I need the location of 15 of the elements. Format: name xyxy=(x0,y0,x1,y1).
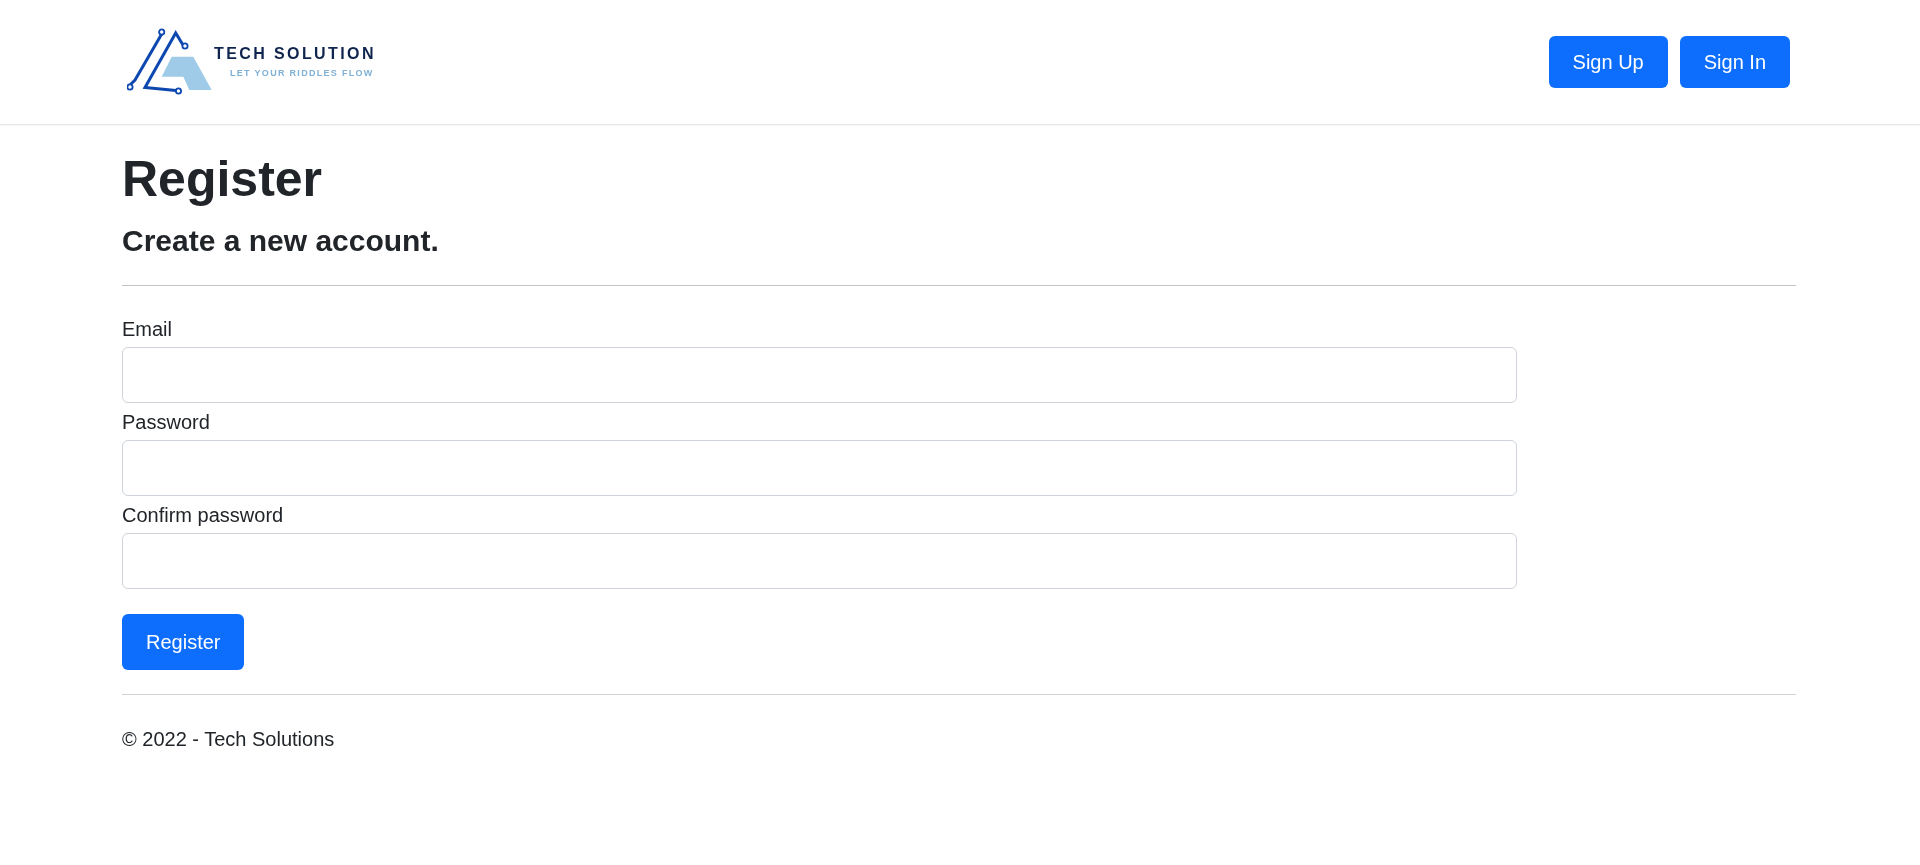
text-field[interactable] xyxy=(122,440,1517,496)
page-title: Register xyxy=(122,150,324,209)
logo-title: TECH SOLUTION xyxy=(214,45,376,63)
nav-button[interactable]: Sign Up xyxy=(1548,36,1668,88)
field-label: Confirm password xyxy=(122,503,284,528)
register-button[interactable]: Register xyxy=(122,614,245,670)
field-label: Email xyxy=(122,317,172,342)
text-field[interactable] xyxy=(122,347,1517,403)
text-field[interactable] xyxy=(122,533,1517,589)
logo-tagline: LET YOUR RIDDLES FLOW xyxy=(230,68,375,79)
page-subtitle: Create a new account. xyxy=(122,223,440,259)
nav-button[interactable]: Sign In xyxy=(1679,36,1790,88)
footer-copyright: © 2022 - Tech Solutions xyxy=(122,728,335,750)
field-label: Password xyxy=(122,410,210,435)
circuit-logo-icon xyxy=(127,27,213,95)
